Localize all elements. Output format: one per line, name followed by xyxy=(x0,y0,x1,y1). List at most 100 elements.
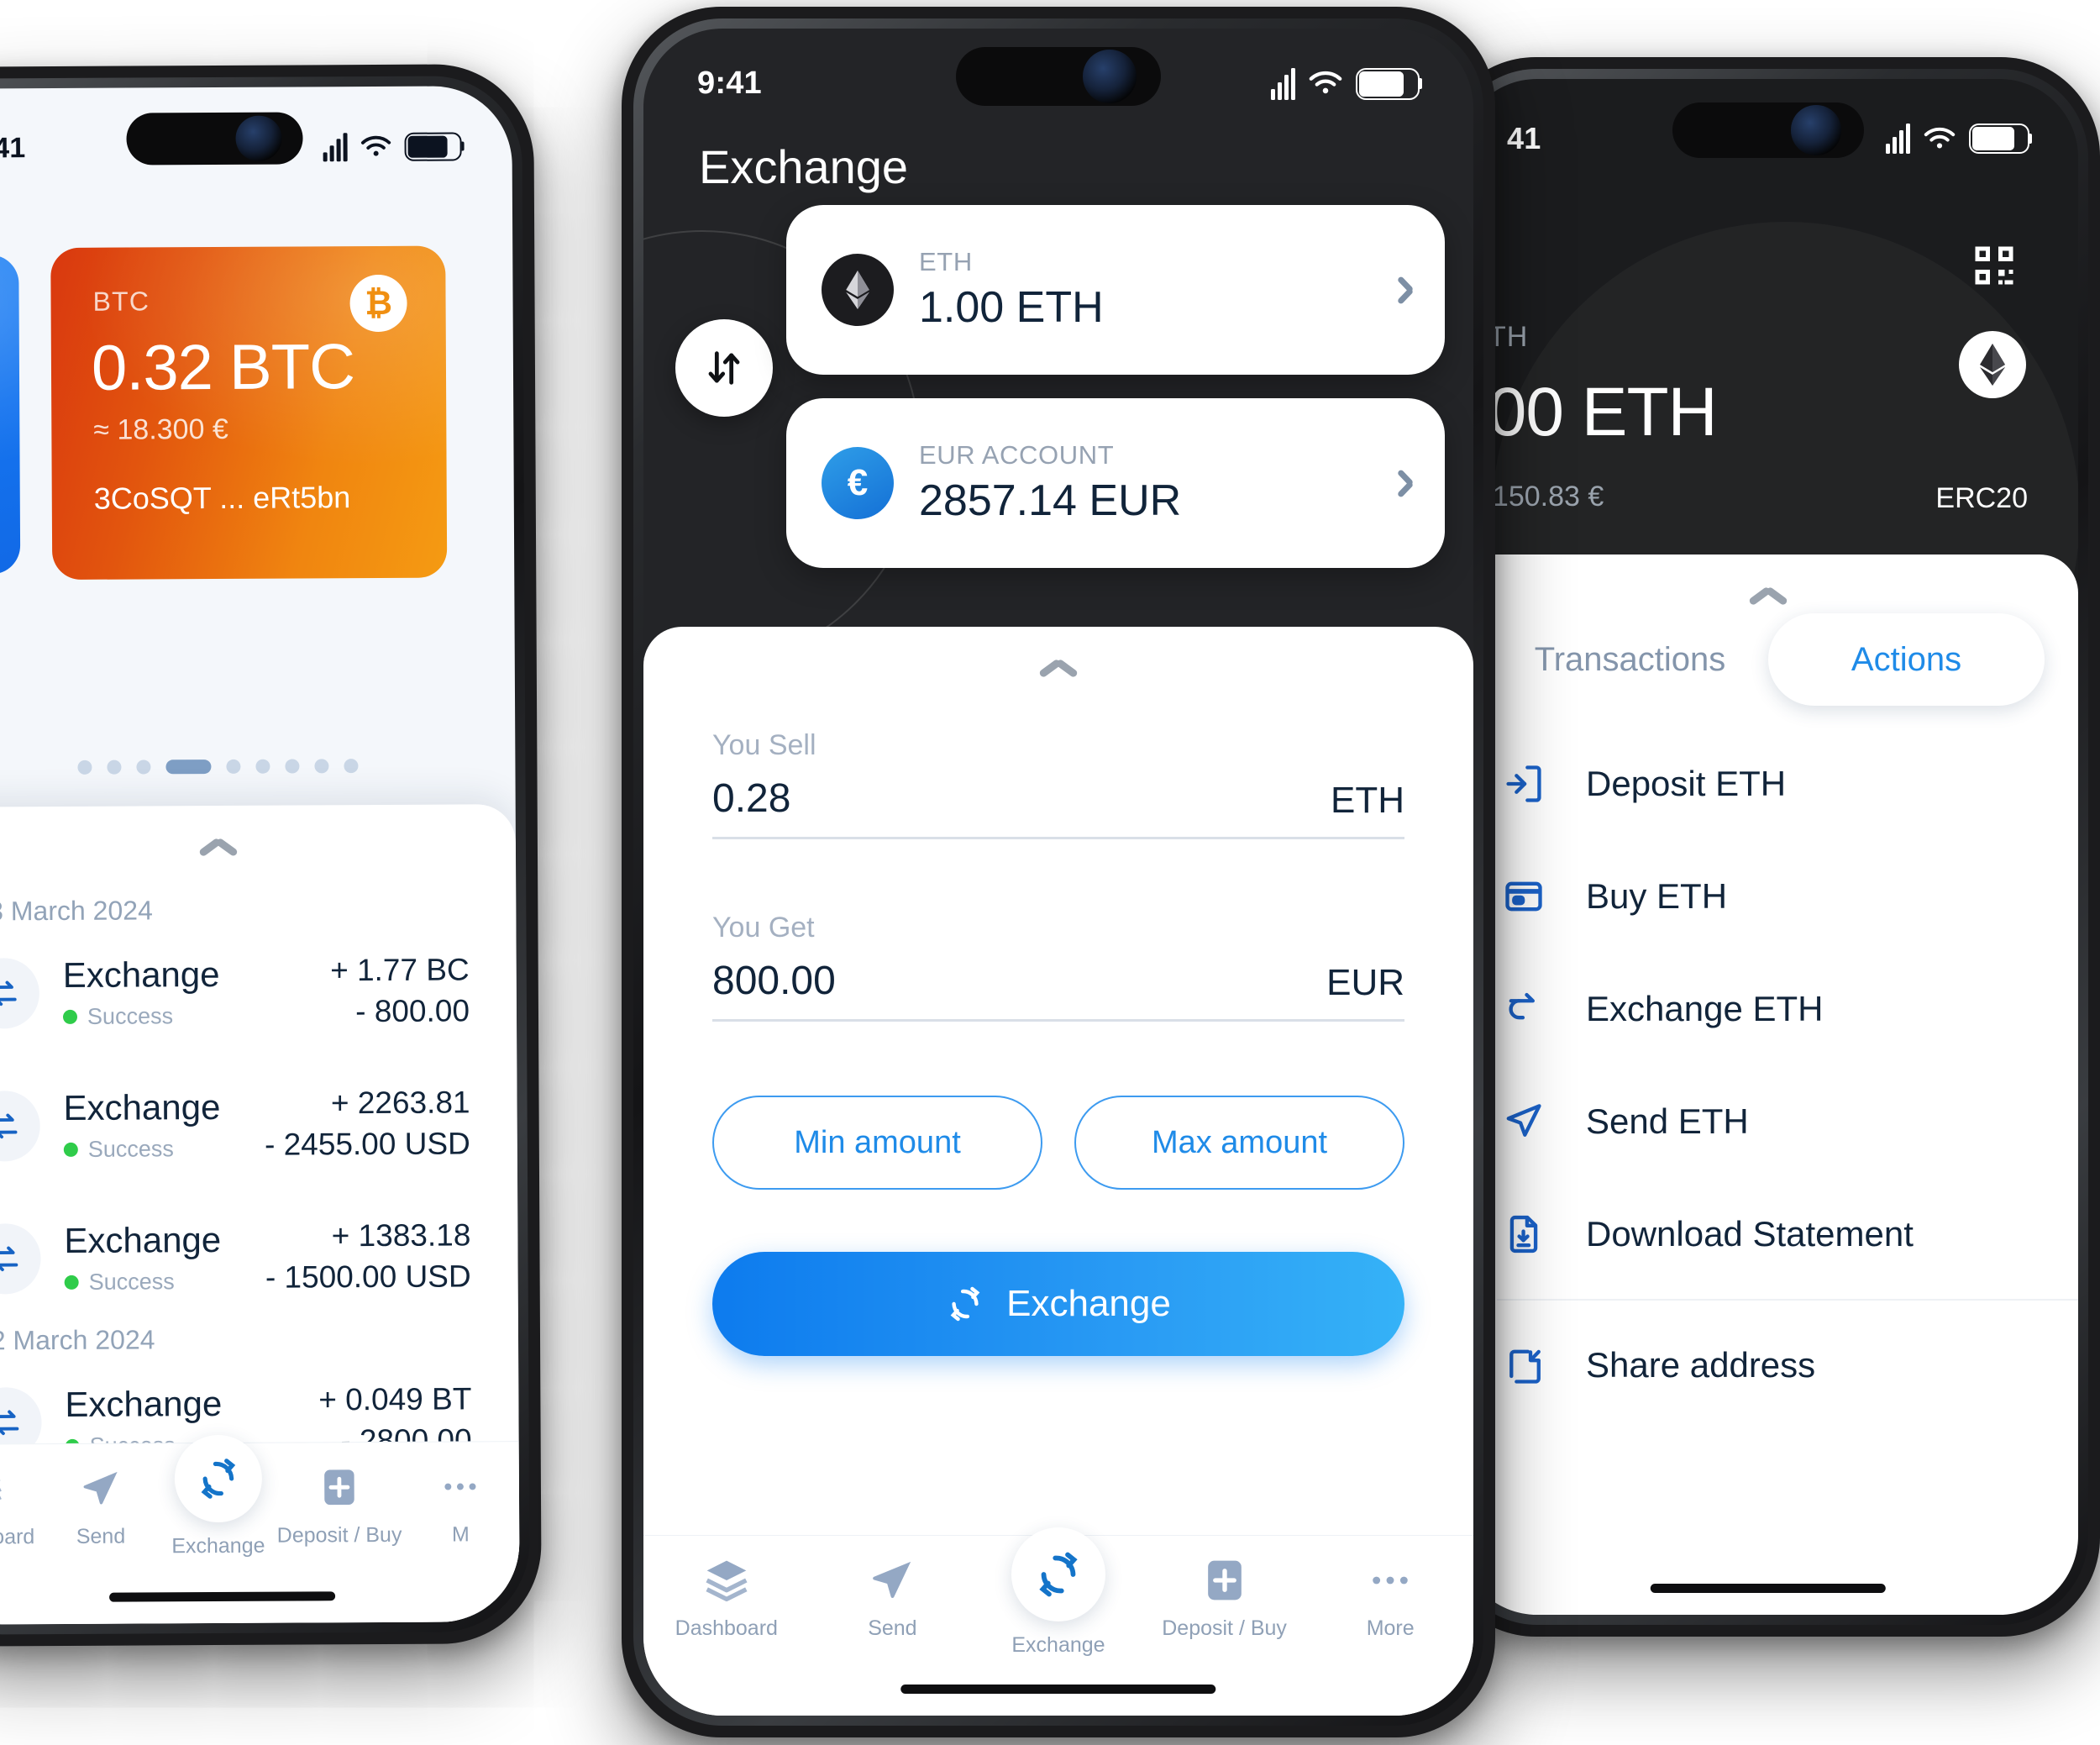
exchange-to-texts: EUR ACCOUNT 2857.14 EUR xyxy=(919,440,1393,526)
btc-card-symbol: BTC xyxy=(92,286,150,317)
action-row[interactable]: Send ETH xyxy=(1458,1065,2078,1178)
min-amount-button[interactable]: Min amount xyxy=(712,1096,1042,1190)
max-amount-button[interactable]: Max amount xyxy=(1074,1096,1404,1190)
tx-exchange-icon xyxy=(0,958,40,1029)
tab-label: Exchange xyxy=(1011,1633,1105,1657)
tab-deposit-buy[interactable]: Deposit / Buy xyxy=(276,1463,402,1548)
action-label: Buy ETH xyxy=(1586,876,1728,916)
tab-dashboard[interactable]: Dashboard xyxy=(0,1464,42,1550)
exchange-from-texts: ETH 1.00 ETH xyxy=(919,247,1393,333)
card-icon xyxy=(1497,875,1551,918)
phone-center: 9:41 Exchange ETH 1.00 ETH € EUR ACCOUNT… xyxy=(622,7,1495,1737)
status-dot-icon xyxy=(62,1009,78,1024)
carousel-dot[interactable] xyxy=(344,759,359,774)
wifi-icon xyxy=(1924,127,1956,149)
transaction-row[interactable]: Exchange Success + 2263.81 - 2455.00 USD xyxy=(0,1057,517,1193)
action-row[interactable]: Deposit ETH xyxy=(1458,728,2078,840)
action-row[interactable]: Exchange ETH xyxy=(1458,953,2078,1065)
chevron-right-icon xyxy=(1393,466,1411,500)
deposit-icon xyxy=(1497,762,1551,806)
tab-exchange[interactable]: Exchange xyxy=(975,1527,1142,1658)
action-label: Deposit ETH xyxy=(1586,764,1787,803)
transaction-info: Exchange Success xyxy=(63,1087,265,1162)
status-icons xyxy=(1886,124,2032,154)
qr-code-icon[interactable] xyxy=(1969,240,2019,291)
carousel-dot[interactable] xyxy=(226,759,241,774)
status-time: 9:41 xyxy=(0,132,26,165)
carousel-dot[interactable] xyxy=(107,759,122,775)
transaction-row[interactable]: Exchange Success + 1383.18 - 1500.00 USD xyxy=(0,1190,518,1326)
tab-dashboard[interactable]: Dashboard xyxy=(643,1556,810,1641)
action-row[interactable]: Download Statement xyxy=(1458,1178,2078,1290)
you-get-field[interactable]: You Get 800.00 EUR xyxy=(712,912,1404,1022)
exchange-submit-button[interactable]: Exchange xyxy=(712,1252,1404,1356)
transaction-title: Exchange xyxy=(64,1220,222,1261)
wallet-card-btc[interactable]: BTC ₿ 0.32 BTC ≈ 18.300 € 3CoSQT ... eRt… xyxy=(50,245,448,581)
transaction-info: Exchange Success xyxy=(62,954,331,1030)
exchange-to-card[interactable]: € EUR ACCOUNT 2857.14 EUR xyxy=(786,398,1445,568)
action-row[interactable]: Share address xyxy=(1458,1309,2078,1422)
chevron-up-icon xyxy=(1039,657,1078,677)
carousel-dot[interactable] xyxy=(165,759,212,775)
sheet-grabber[interactable] xyxy=(1458,555,2078,605)
wallet-card-carousel[interactable]: A N BTC ₿ 0.32 BTC ≈ 18.300 € 3CoSQT ...… xyxy=(0,245,514,581)
carousel-dot[interactable] xyxy=(136,759,151,775)
you-sell-row[interactable]: 0.28 ETH xyxy=(712,775,1404,839)
carousel-dot[interactable] xyxy=(77,759,92,775)
ethereum-icon xyxy=(822,254,894,326)
home-indicator xyxy=(1650,1584,1887,1593)
transaction-date-header: 02 March 2024 xyxy=(0,1324,155,1356)
tab-label: Dashboard xyxy=(675,1616,778,1640)
wifi-icon xyxy=(1309,71,1342,94)
tab-transactions[interactable]: Transactions xyxy=(1492,613,1768,706)
actions-list[interactable]: Deposit ETH Buy ETH Exchange ETH Send ETH Do… xyxy=(1458,728,2078,1422)
plus-square-icon xyxy=(1201,1556,1248,1605)
exchange-from-card[interactable]: ETH 1.00 ETH xyxy=(786,205,1445,375)
chevron-right-icon xyxy=(1393,273,1411,307)
action-label: Share address xyxy=(1586,1345,1816,1385)
carousel-dot[interactable] xyxy=(314,759,329,774)
carousel-dot[interactable] xyxy=(285,759,300,774)
battery-icon xyxy=(1969,124,2032,154)
swap-direction-button[interactable] xyxy=(675,319,773,417)
tab-more[interactable]: More xyxy=(1307,1556,1473,1641)
send-icon xyxy=(1497,1100,1551,1143)
transaction-title: Exchange xyxy=(63,1087,221,1128)
tab-switcher[interactable]: Transactions Actions xyxy=(1492,613,2045,706)
transaction-title: Exchange xyxy=(62,954,220,996)
home-indicator xyxy=(900,1685,1216,1694)
exchange-fab[interactable] xyxy=(1011,1527,1105,1621)
transactions-list[interactable]: 03 March 2024 Exchange Success + 1.77 BC - 8… xyxy=(0,893,519,1490)
tab-m[interactable]: M xyxy=(402,1462,519,1548)
you-get-input[interactable]: 800.00 xyxy=(712,958,836,1004)
wallet-card-peek[interactable]: A N xyxy=(0,255,21,576)
sheet-grabber[interactable] xyxy=(0,804,516,858)
you-sell-input[interactable]: 0.28 xyxy=(712,775,790,822)
tab-send[interactable]: Send xyxy=(810,1556,976,1641)
carousel-dot[interactable] xyxy=(255,759,270,774)
tab-send[interactable]: Send xyxy=(42,1464,160,1549)
tx-exchange-icon xyxy=(0,1223,41,1295)
tab-label: Send xyxy=(76,1524,126,1548)
you-sell-field[interactable]: You Sell 0.28 ETH xyxy=(712,729,1404,839)
action-row[interactable]: Buy ETH xyxy=(1458,840,2078,953)
tab-actions[interactable]: Actions xyxy=(1768,613,2045,706)
exchange-fab[interactable] xyxy=(174,1434,262,1523)
tab-deposit-buy[interactable]: Deposit / Buy xyxy=(1142,1556,1308,1641)
carousel-pagination[interactable] xyxy=(0,758,515,775)
you-get-row[interactable]: 800.00 EUR xyxy=(712,958,1404,1022)
you-get-currency: EUR xyxy=(1326,962,1404,1003)
amount-shortcut-buttons: Min amount Max amount xyxy=(712,1096,1404,1190)
plus-square-icon xyxy=(318,1463,360,1511)
tab-label: Dashboard xyxy=(0,1525,35,1549)
phone-right: 41 TH .00 ETH 3150.83 € ERC20 Transactio… xyxy=(1436,57,2100,1637)
status-dot-icon xyxy=(64,1275,79,1290)
tab-exchange[interactable]: Exchange xyxy=(159,1434,276,1559)
btc-card-amount: 0.32 BTC xyxy=(91,331,355,404)
sheet-grabber[interactable] xyxy=(643,627,1473,677)
battery-icon xyxy=(1356,67,1422,100)
transaction-row[interactable]: Exchange Success + 1.77 BC - 800.00 xyxy=(0,924,517,1060)
transaction-amounts: + 2263.81 - 2455.00 USD xyxy=(265,1083,470,1166)
btc-card-fiat: ≈ 18.300 € xyxy=(93,413,228,446)
paper-plane-icon xyxy=(80,1464,122,1513)
